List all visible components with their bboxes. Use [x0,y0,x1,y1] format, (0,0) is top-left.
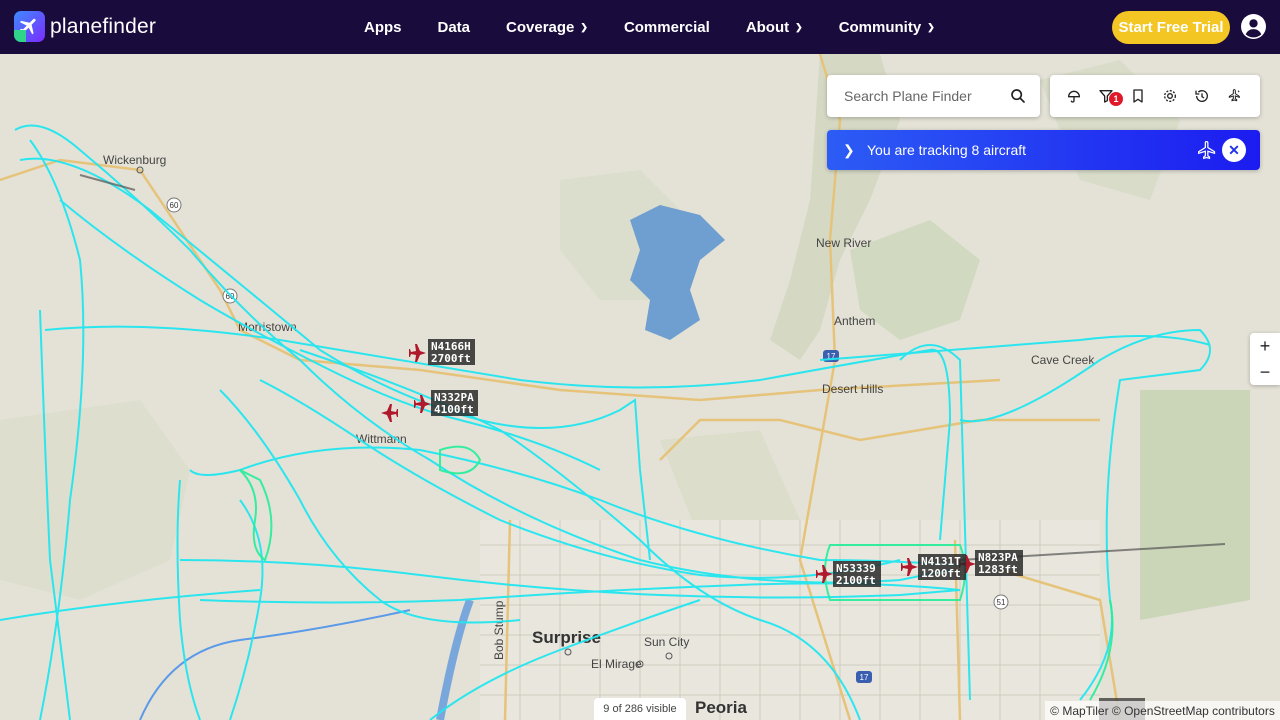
planefinder-logo[interactable]: planefinder [14,11,156,42]
street-bob-stump: Bob Stump [492,600,506,660]
chevron-down-icon: ❯ [795,21,803,32]
aircraft-altitude: 2100ft [836,574,876,587]
nav-about-label: About [745,18,790,36]
nav-community-label: Community [838,18,922,36]
search-input[interactable] [842,87,1006,105]
filter-button[interactable]: 1 [1090,75,1123,117]
filter-count-badge: 1 [1109,92,1123,106]
top-navigation-bar: planefinder Apps Data Coverage ❯ Commerci… [0,0,1280,54]
nav-community[interactable]: Community ❯ [839,19,935,36]
map-toolbar: 1 [1050,75,1260,117]
plane-sparkle-icon [1228,89,1240,102]
road-60-label: 60 [170,201,179,210]
aircraft-altitude: 4100ft [434,403,474,416]
bookmarks-button[interactable] [1122,75,1154,117]
aircraft-label[interactable]: N4131T 1200ft [918,554,966,580]
search-icon[interactable] [1010,88,1026,104]
aircraft-altitude: 2700ft [431,352,471,365]
place-cave-creek: Cave Creek [1031,353,1095,367]
place-el-mirage: El Mirage [591,657,642,671]
zoom-out-button[interactable]: − [1250,359,1280,385]
map-attribution[interactable]: © MapTiler © OpenStreetMap contributors [1045,701,1280,720]
aircraft-altitude: 1200ft [921,567,961,580]
aircraft-label[interactable]: N332PA 4100ft [431,390,478,416]
chevron-down-icon: ❯ [580,21,588,32]
gear-icon [1164,90,1176,102]
place-wittmann: Wittmann [356,432,407,446]
nav-commercial[interactable]: Commercial [624,19,710,36]
visible-aircraft-count: 9 of 286 visible [594,698,686,720]
playback-button[interactable] [1186,75,1218,117]
nav-commercial-label: Commercial [623,18,710,36]
main-nav: Apps Data Coverage ❯ Commercial About ❯ Co… [364,0,971,54]
place-peoria: Peoria [695,698,748,717]
aircraft-altitude: 1283ft [978,563,1018,576]
place-new-river: New River [816,236,871,250]
close-icon: ✕ [1228,141,1240,158]
cloud-umbrella-icon [1067,90,1081,103]
place-surprise: Surprise [532,628,601,647]
nav-coverage[interactable]: Coverage ❯ [506,19,588,36]
tracking-status-text: You are tracking 8 aircraft [867,142,1027,158]
tracking-banner[interactable]: ❯ You are tracking 8 aircraft ✕ [827,130,1260,170]
aircraft-label[interactable]: N4166H 2700ft [428,339,475,365]
weather-button[interactable] [1058,75,1090,117]
search-panel [827,75,1040,117]
place-desert-hills: Desert Hills [822,382,883,396]
start-free-trial-button[interactable]: Start Free Trial [1112,11,1230,44]
settings-button[interactable] [1154,75,1186,117]
place-wickenburg: Wickenburg [103,153,166,167]
nav-data-label: Data [437,18,471,36]
close-tracking-button[interactable]: ✕ [1222,138,1246,162]
user-account-icon[interactable] [1241,14,1266,39]
place-sun-city: Sun City [644,635,689,649]
nav-coverage-label: Coverage [506,18,575,36]
zoom-in-button[interactable]: + [1250,333,1280,359]
place-anthem: Anthem [834,314,875,328]
nav-apps[interactable]: Apps [364,19,402,36]
chevron-down-icon: ❯ [927,21,935,32]
nav-data[interactable]: Data [438,19,471,36]
road-51-label: 51 [997,598,1006,607]
aircraft-label[interactable]: N823PA 1283ft [975,550,1023,576]
nav-about[interactable]: About ❯ [746,19,803,36]
aircraft-label[interactable]: N53339 2100ft [833,561,881,587]
brand-name: planefinder [50,14,157,38]
road-17-label-2: 17 [860,673,869,682]
history-clock-icon [1195,90,1208,102]
bookmark-icon [1133,89,1143,103]
ar-view-button[interactable] [1218,75,1250,117]
plane-logo-icon [14,11,45,42]
chevron-right-icon[interactable]: ❯ [843,142,863,159]
airplane-icon [1198,141,1216,160]
zoom-controls: + − [1250,333,1280,385]
nav-apps-label: Apps [364,18,402,36]
